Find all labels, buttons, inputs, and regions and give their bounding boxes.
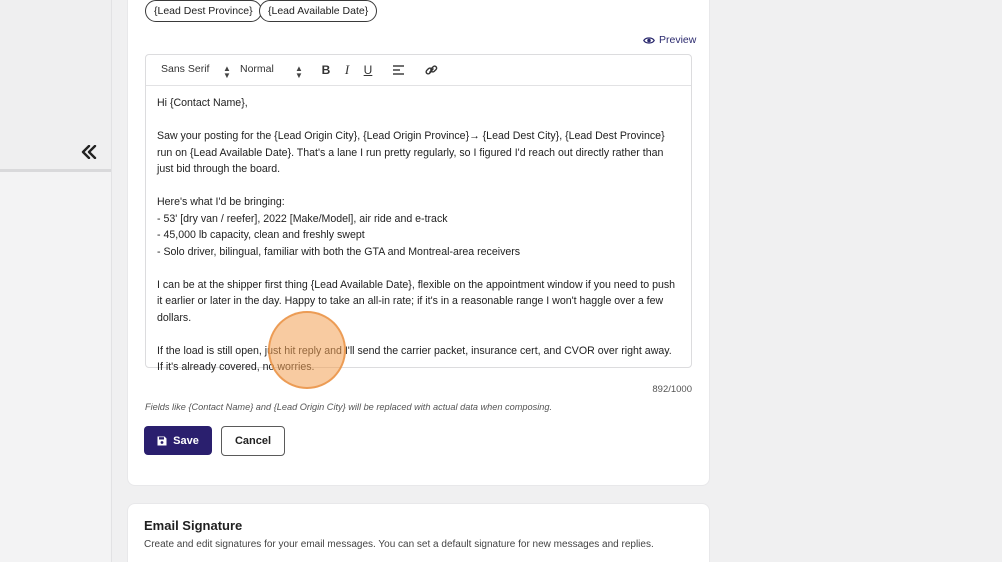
save-label: Save: [173, 434, 199, 447]
email-signature-description: Create and edit signatures for your emai…: [144, 539, 654, 550]
preview-button[interactable]: Preview: [643, 34, 696, 46]
variable-chip-lead-available-date[interactable]: {Lead Available Date}: [259, 0, 378, 22]
bold-button[interactable]: B: [318, 62, 334, 78]
font-family-value: Sans Serif: [161, 63, 210, 75]
editor-toolbar: Sans Serif ▲ ▼ Normal ▲ ▼ B I U: [146, 55, 691, 86]
cancel-button[interactable]: Cancel: [221, 426, 285, 456]
font-size-select[interactable]: Normal ▲ ▼: [240, 63, 304, 80]
closing-paragraph: If the load is still open, just hit repl…: [157, 344, 675, 374]
rich-text-editor[interactable]: Sans Serif ▲ ▼ Normal ▲ ▼ B I U Hi {Contac…: [145, 54, 692, 373]
italic-button[interactable]: I: [339, 62, 355, 78]
greeting-line: Hi {Contact Name},: [157, 97, 248, 109]
editor-content[interactable]: Hi {Contact Name}, Saw your posting for …: [157, 95, 679, 376]
floppy-disk-icon: [157, 436, 167, 445]
align-left-icon: [393, 65, 404, 75]
align-button[interactable]: [391, 62, 407, 78]
bringing-item: - Solo driver, bilingual, familiar with …: [157, 245, 521, 258]
preview-label: Preview: [659, 34, 697, 46]
select-arrows-icon: ▲ ▼: [223, 64, 231, 80]
bringing-item: - 45,000 lb capacity, clean and freshly …: [157, 229, 365, 241]
select-arrows-icon: ▲ ▼: [295, 64, 303, 80]
variable-chip-lead-dest-province[interactable]: {Lead Dest Province}: [145, 0, 262, 22]
font-family-select[interactable]: Sans Serif ▲ ▼: [161, 63, 231, 80]
underline-button[interactable]: U: [360, 62, 376, 78]
double-chevron-left-icon: [81, 145, 97, 159]
font-size-value: Normal: [240, 63, 274, 75]
link-icon: [424, 64, 437, 75]
collapse-sidebar-button[interactable]: [78, 142, 100, 162]
availability-paragraph: I can be at the shipper first thing {Lea…: [157, 278, 679, 324]
merge-fields-hint: Fields like {Contact Name} and {Lead Ori…: [145, 402, 553, 412]
bringing-intro: Here's what I'd be bringing:: [157, 196, 285, 208]
save-button[interactable]: Save: [144, 426, 212, 455]
bringing-item: - 53' [dry van / reefer], 2022 [Make/Mod…: [157, 212, 448, 225]
left-panel: [0, 0, 112, 562]
link-button[interactable]: [423, 62, 439, 78]
eye-icon: [643, 36, 655, 44]
email-signature-title: Email Signature: [144, 518, 243, 533]
character-counter: 892/1000: [652, 384, 692, 395]
intro-paragraph: Saw your posting for the {Lead Origin Ci…: [157, 130, 668, 175]
